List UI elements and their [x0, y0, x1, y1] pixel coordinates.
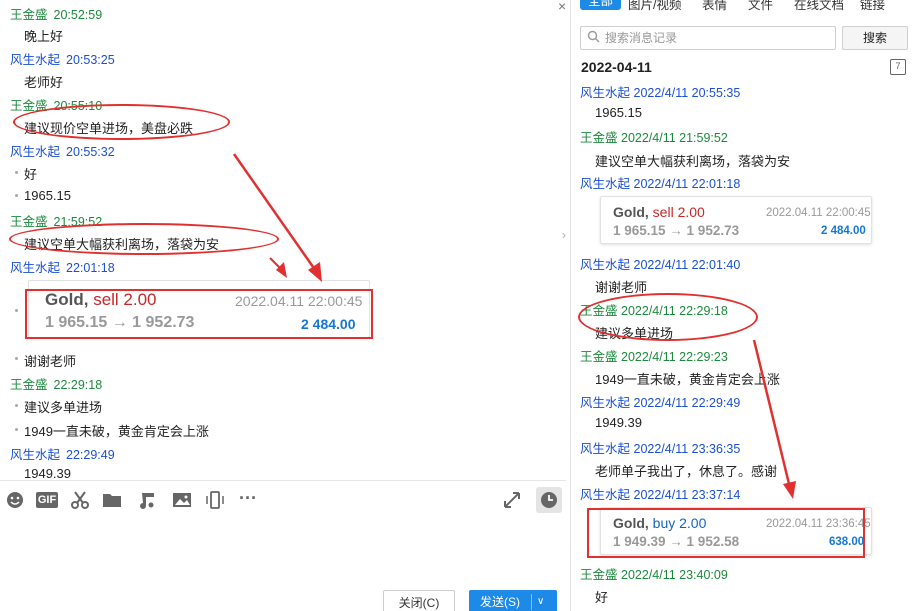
gif-icon[interactable]: GIF	[36, 492, 58, 508]
send-separator	[531, 594, 532, 610]
expand-icon[interactable]	[501, 489, 523, 511]
send-button[interactable]: 发送(S) ∨	[469, 590, 557, 611]
chat-window: × 王金盛 20:52:59 晚上好 风生水起 20:53:25 老师好 王金盛 20…	[0, 0, 918, 611]
shake-icon[interactable]	[204, 489, 226, 511]
history-button[interactable]	[536, 487, 562, 513]
more-icon[interactable]: ···	[237, 487, 259, 509]
chevron-right-icon[interactable]: ›	[562, 228, 566, 242]
history-pane: 全部 图片/视频 表情 文件 在线文档 链接 搜索 2022-04-11 7 风…	[572, 0, 918, 611]
emoji-icon[interactable]	[4, 489, 26, 511]
close-button[interactable]: 关闭(C)	[383, 590, 455, 611]
chat-pane: × 王金盛 20:52:59 晚上好 风生水起 20:53:25 老师好 王金盛 20…	[0, 0, 570, 611]
annotation-arrow	[752, 339, 796, 499]
chevron-down-icon[interactable]: ∨	[537, 590, 544, 611]
scissors-icon[interactable]	[69, 489, 91, 511]
image-icon[interactable]	[171, 489, 193, 511]
folder-icon[interactable]	[101, 489, 123, 511]
music-icon[interactable]	[136, 489, 158, 511]
pane-divider[interactable]	[570, 0, 571, 611]
annotation-arrows	[232, 153, 322, 282]
message-input[interactable]	[0, 520, 566, 590]
send-label: 发送(S)	[480, 595, 520, 609]
clock-icon	[541, 492, 557, 508]
message-list[interactable]: × 王金盛 20:52:59 晚上好 风生水起 20:53:25 老师好 王金盛 20…	[0, 0, 566, 478]
